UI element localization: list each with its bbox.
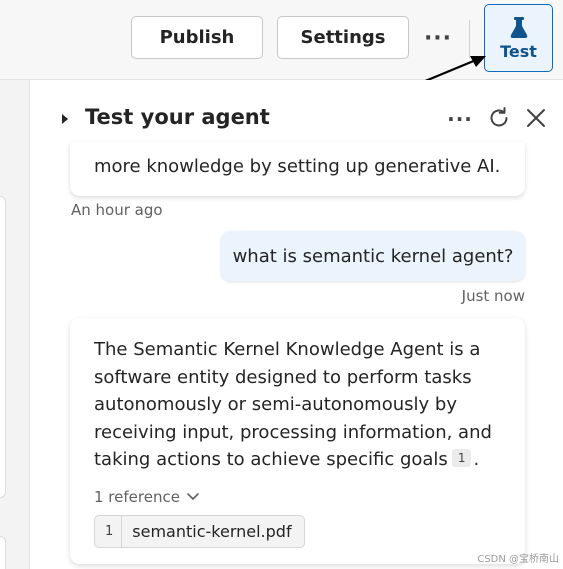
reference-number: 1: [95, 516, 123, 547]
reference-chip[interactable]: 1 semantic-kernel.pdf: [94, 515, 305, 548]
flask-icon: [510, 16, 527, 38]
answer-text: The Semantic Kernel Knowledge Agent is a…: [94, 336, 501, 474]
user-message: what is semantic kernel agent?: [221, 231, 525, 281]
reference-file-name: semantic-kernel.pdf: [132, 522, 292, 541]
panel-title: Test your agent: [85, 105, 270, 129]
references-toggle[interactable]: 1 reference: [94, 488, 200, 506]
publish-button[interactable]: Publish: [131, 16, 263, 59]
user-message-text: what is semantic kernel agent?: [232, 245, 514, 267]
references-toggle-label: 1 reference: [94, 488, 180, 506]
bot-message-answer: The Semantic Kernel Knowledge Agent is a…: [70, 318, 525, 564]
watermark: CSDN @宝桥南山: [477, 554, 559, 565]
refresh-icon[interactable]: [487, 106, 511, 130]
bot-message-previous: more knowledge by setting up generative …: [70, 142, 525, 196]
citation-marker[interactable]: 1: [451, 449, 472, 467]
test-button[interactable]: Test: [484, 4, 553, 72]
test-agent-panel: Test your agent ··· more knowledge by se…: [30, 80, 563, 569]
more-options-button[interactable]: ···: [420, 22, 456, 54]
answer-end-punctuation: .: [473, 449, 480, 470]
panel-more-button[interactable]: ···: [444, 107, 476, 131]
test-button-label: Test: [500, 41, 537, 61]
panel-header: Test your agent ···: [30, 80, 563, 150]
message-timestamp: An hour ago: [71, 201, 163, 219]
bot-message-text: more knowledge by setting up generative …: [94, 156, 501, 177]
left-canvas-card-lower: [0, 536, 6, 569]
message-timestamp: Just now: [461, 287, 525, 305]
close-icon[interactable]: [526, 108, 546, 128]
answer-body: The Semantic Kernel Knowledge Agent is a…: [94, 339, 492, 470]
left-canvas-card: [0, 196, 6, 498]
chevron-down-icon: [187, 493, 199, 500]
settings-button[interactable]: Settings: [277, 16, 409, 59]
caret-right-icon[interactable]: [60, 113, 70, 125]
